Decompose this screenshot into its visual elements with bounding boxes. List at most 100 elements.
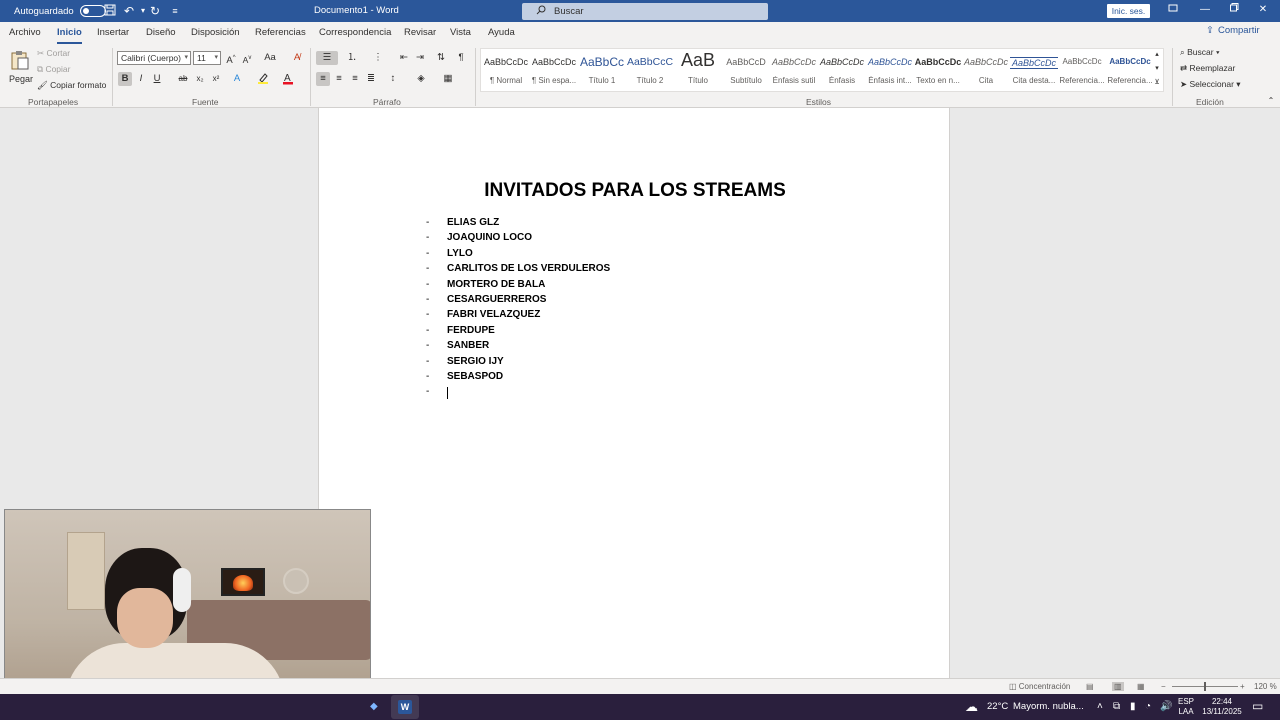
align-center-icon[interactable]: ≡ [332,72,346,86]
zoom-out-icon[interactable]: − [1161,682,1166,691]
sign-in-button[interactable]: Inic. ses. [1107,4,1150,18]
save-icon[interactable] [103,4,117,18]
zoom-slider-thumb[interactable] [1204,682,1206,691]
taskbar-app-icon[interactable]: ◆ [370,701,378,712]
strikethrough-button[interactable]: ab [176,72,190,86]
clear-formatting-icon[interactable]: A̸ [290,51,304,65]
tab-revisar[interactable]: Revisar [404,27,436,38]
close-icon[interactable]: ✕ [1256,3,1270,17]
align-left-icon[interactable]: ≡ [316,72,330,86]
notification-icon[interactable]: ▭ [1252,699,1263,713]
tab-disposicion[interactable]: Disposición [191,27,240,38]
tab-diseno[interactable]: Diseño [146,27,176,38]
replace-button[interactable]: ⇄ Reemplazar [1180,63,1235,74]
style-heading-1[interactable]: AaBbCc Título 1 [578,49,626,93]
style-intense-emphasis[interactable]: AaBbCcDc Énfasis int... [866,49,914,93]
style-subtle-reference[interactable]: AaBbCcDc Referencia... [1058,49,1106,93]
bold-button[interactable]: B [118,72,132,86]
tab-vista[interactable]: Vista [450,27,471,38]
undo-icon[interactable]: ↶ [122,4,136,18]
language-indicator[interactable]: ESP LAA [1176,697,1196,717]
styles-scroll-up-icon[interactable]: ▴ [1152,48,1162,62]
style-quote[interactable]: AaBbCcDc Cita [962,49,1010,93]
style-intense-quote[interactable]: AaBbCcDc Cita desta... [1010,49,1058,93]
weather-desc[interactable]: Mayorm. nubla... [1013,701,1084,712]
select-button[interactable]: ➤ Seleccionar ▾ [1180,79,1241,90]
volume-icon[interactable]: 🔊 [1160,701,1172,712]
zoom-in-icon[interactable]: + [1240,682,1245,691]
find-button[interactable]: ⌕ Buscar ▾ [1180,47,1220,58]
read-mode-icon[interactable]: ▤ [1086,682,1094,691]
style-strong[interactable]: AaBbCcDc Texto en n... [914,49,962,93]
zoom-level[interactable]: 120 % [1254,682,1277,691]
cut-button[interactable]: ✂ Cortar [37,48,70,59]
numbering-icon[interactable]: ⒈ [342,51,362,65]
tab-ayuda[interactable]: Ayuda [488,27,515,38]
ribbon-tabs: Archivo Inicio Insertar Diseño Disposici… [0,22,1280,44]
style-title[interactable]: AaB Título [674,49,722,93]
highlight-icon[interactable] [256,72,270,86]
grow-font-icon[interactable]: A^ [224,51,238,66]
sort-icon[interactable]: ⇅ [434,51,448,65]
shading-icon[interactable]: ◈ [414,72,428,86]
style-no-spacing[interactable]: AaBbCcDc ¶ Sin espa... [530,49,578,93]
superscript-button[interactable]: x² [209,72,223,86]
document-page[interactable]: INVITADOS PARA LOS STREAMS - ELIAS GLZ -J… [318,108,950,678]
style-normal[interactable]: AaBbCcDc ¶ Normal [482,49,530,93]
tab-correspondencia[interactable]: Correspondencia [319,27,391,38]
ribbon-display-icon[interactable] [1166,3,1180,17]
print-layout-icon[interactable]: ▥ [1112,682,1124,691]
web-layout-icon[interactable]: ▦ [1137,682,1145,691]
shrink-font-icon[interactable]: Av [240,51,254,65]
weather-icon[interactable]: ☁ [965,699,978,715]
font-color-icon[interactable]: A [281,72,295,86]
maximize-icon[interactable] [1227,3,1241,17]
collapse-ribbon-icon[interactable]: ⌃ [1264,94,1278,108]
borders-icon[interactable]: ▦ [441,72,455,86]
style-emphasis[interactable]: AaBbCcDc Énfasis [818,49,866,93]
show-marks-icon[interactable]: ¶ [454,51,468,65]
change-case-button[interactable]: Aa [261,51,279,65]
minimize-icon[interactable]: — [1198,3,1212,17]
style-intense-reference[interactable]: AaBbCcDc Referencia... [1106,49,1154,93]
font-name-combo[interactable]: Calibri (Cuerpo) ▾ [117,51,191,65]
line-spacing-icon[interactable]: ↕ [386,72,400,86]
share-button[interactable]: ⇪ Compartir [1206,25,1260,36]
focus-mode-button[interactable]: ◫ Concentración [1009,682,1070,691]
style-subtle-emphasis[interactable]: AaBbCcDc Énfasis sutil [770,49,818,93]
network-icon[interactable]: ◔ [1145,701,1151,712]
justify-icon[interactable]: ≣ [364,72,378,86]
bullets-icon[interactable]: ☰ [316,51,338,65]
paste-button[interactable]: Pegar [9,48,33,90]
customize-toolbar-icon[interactable]: ≡ [168,4,182,18]
tab-archivo[interactable]: Archivo [9,27,41,38]
clock[interactable]: 22:44 13/11/2025 [1200,697,1244,717]
copy-button[interactable]: ⧉ Copiar [37,64,70,75]
chevron-up-icon[interactable]: ˄ [1097,701,1103,712]
style-subtitle[interactable]: AaBbCcD Subtítulo [722,49,770,93]
italic-button[interactable]: I [134,72,148,86]
tab-insertar[interactable]: Insertar [97,27,129,38]
decrease-indent-icon[interactable]: ⇤ [397,51,411,65]
styles-more-icon[interactable]: ⊻ [1152,76,1162,90]
increase-indent-icon[interactable]: ⇥ [413,51,427,65]
subscript-button[interactable]: x₂ [193,72,207,86]
text-effects-icon[interactable]: A [230,72,244,86]
tab-inicio[interactable]: Inicio [57,27,82,44]
autosave-toggle[interactable] [79,5,106,17]
autosave-control[interactable]: Autoguardado [14,5,106,17]
align-right-icon[interactable]: ≡ [348,72,362,86]
tab-referencias[interactable]: Referencias [255,27,306,38]
redo-icon[interactable]: ↻ [148,4,162,18]
font-size-combo[interactable]: 11 ▾ [193,51,221,65]
styles-scroll-down-icon[interactable]: ▾ [1152,62,1162,76]
taskbar-word-button[interactable]: W [391,695,419,719]
multilevel-list-icon[interactable]: ⋮ [368,51,388,65]
format-painter-button[interactable]: 🖌 Copiar formato [37,80,106,91]
weather-temp[interactable]: 22°C [987,701,1008,712]
device-icon[interactable]: ⧉ [1113,701,1120,712]
search-box[interactable]: Buscar [522,3,768,20]
underline-button[interactable]: U [150,72,164,86]
microphone-icon[interactable]: ▮ [1130,701,1136,712]
style-heading-2[interactable]: AaBbCcC Título 2 [626,49,674,93]
